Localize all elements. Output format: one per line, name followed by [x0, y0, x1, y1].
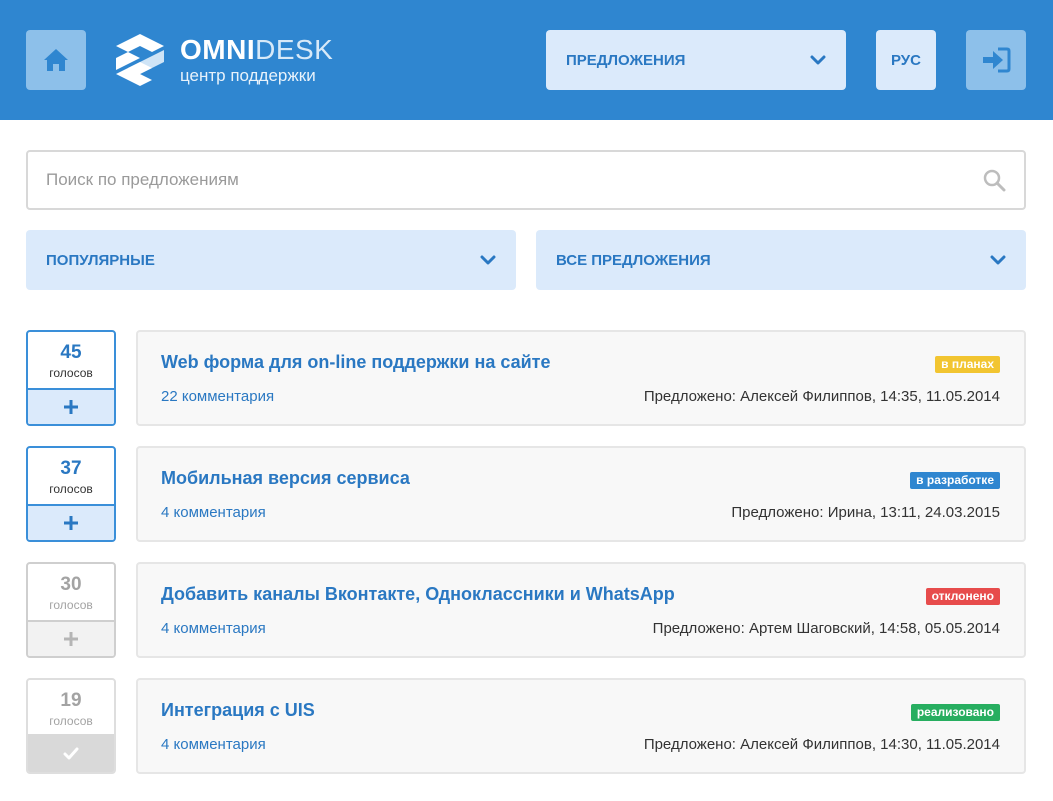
vote-count: 19	[60, 690, 82, 711]
vote-box: 19 голосов	[26, 678, 116, 774]
search-box	[26, 150, 1026, 210]
suggestion-title[interactable]: Интеграция с UIS	[161, 700, 315, 721]
login-button[interactable]	[966, 30, 1026, 90]
comments-link[interactable]: 4 комментария	[161, 736, 266, 753]
sort-filter-label: ПОПУЛЯРНЫЕ	[46, 251, 155, 269]
status-badge: в разработке	[910, 472, 1000, 489]
home-button[interactable]	[26, 30, 86, 90]
suggestion-card: Мобильная версия сервиса в разработке 4 …	[136, 446, 1026, 542]
plus-icon	[64, 516, 78, 530]
vote-label: голосов	[49, 598, 93, 612]
section-select-label: ПРЕДЛОЖЕНИЯ	[566, 51, 686, 69]
suggestion-title[interactable]: Web форма для on-line поддержки на сайте	[161, 352, 551, 373]
section-select[interactable]: ПРЕДЛОЖЕНИЯ	[546, 30, 846, 90]
vote-count: 30	[60, 574, 82, 595]
suggestion-card: Добавить каналы Вконтакте, Одноклассники…	[136, 562, 1026, 658]
comments-link[interactable]: 22 комментария	[161, 388, 274, 405]
home-icon	[44, 49, 68, 71]
vote-label: голосов	[49, 366, 93, 380]
sign-in-icon	[983, 47, 1011, 73]
vote-button[interactable]	[28, 734, 114, 772]
status-badge: реализовано	[910, 704, 1000, 721]
brand-name-light: DESK	[255, 34, 334, 65]
brand-name: OMNIDESK	[180, 36, 333, 64]
suggestion-meta: Предложено: Алексей Филиппов, 14:35, 11.…	[643, 388, 1000, 405]
suggestion-title[interactable]: Мобильная версия сервиса	[161, 468, 410, 489]
plus-icon	[64, 400, 78, 414]
header: OMNIDESK центр поддержки ПРЕДЛОЖЕНИЯ РУС	[0, 0, 1053, 120]
suggestion-meta: Предложено: Ирина, 13:11, 24.03.2015	[731, 504, 1000, 521]
vote-label: голосов	[49, 714, 93, 728]
check-icon	[63, 747, 79, 759]
suggestion-card: Web форма для on-line поддержки на сайте…	[136, 330, 1026, 426]
plus-icon	[64, 632, 78, 646]
comments-link[interactable]: 4 комментария	[161, 620, 266, 637]
status-badge: в планах	[935, 356, 1000, 373]
search-input[interactable]	[46, 170, 982, 190]
vote-button[interactable]	[28, 504, 114, 540]
comments-link[interactable]: 4 комментария	[161, 504, 266, 521]
suggestion-meta: Предложено: Артем Шаговский, 14:58, 05.0…	[652, 620, 1000, 637]
brand-name-bold: OMNI	[180, 34, 256, 65]
status-filter-label: ВСЕ ПРЕДЛОЖЕНИЯ	[556, 251, 711, 269]
vote-label: голосов	[49, 482, 93, 496]
logo[interactable]: OMNIDESK центр поддержки	[114, 32, 333, 88]
vote-count: 37	[60, 458, 82, 479]
suggestion-title[interactable]: Добавить каналы Вконтакте, Одноклассники…	[161, 584, 675, 605]
status-filter[interactable]: ВСЕ ПРЕДЛОЖЕНИЯ	[536, 230, 1026, 290]
brand-subtitle: центр поддержки	[180, 66, 316, 85]
vote-box: 37 голосов	[26, 446, 116, 542]
vote-button[interactable]	[28, 388, 114, 424]
search-icon[interactable]	[982, 168, 1006, 192]
vote-button[interactable]	[28, 620, 114, 656]
suggestion-meta: Предложено: Алексей Филиппов, 14:30, 11.…	[643, 736, 1000, 753]
sort-filter[interactable]: ПОПУЛЯРНЫЕ	[26, 230, 516, 290]
chevron-down-icon	[990, 255, 1006, 265]
vote-box: 45 голосов	[26, 330, 116, 426]
logo-icon	[116, 34, 164, 86]
suggestion-card: Интеграция с UIS реализовано 4 комментар…	[136, 678, 1026, 774]
status-badge: отклонено	[925, 588, 1000, 605]
chevron-down-icon	[480, 255, 496, 265]
chevron-down-icon	[810, 55, 826, 65]
vote-count: 45	[60, 342, 82, 363]
language-button[interactable]: РУС	[876, 30, 936, 90]
vote-box: 30 голосов	[26, 562, 116, 658]
